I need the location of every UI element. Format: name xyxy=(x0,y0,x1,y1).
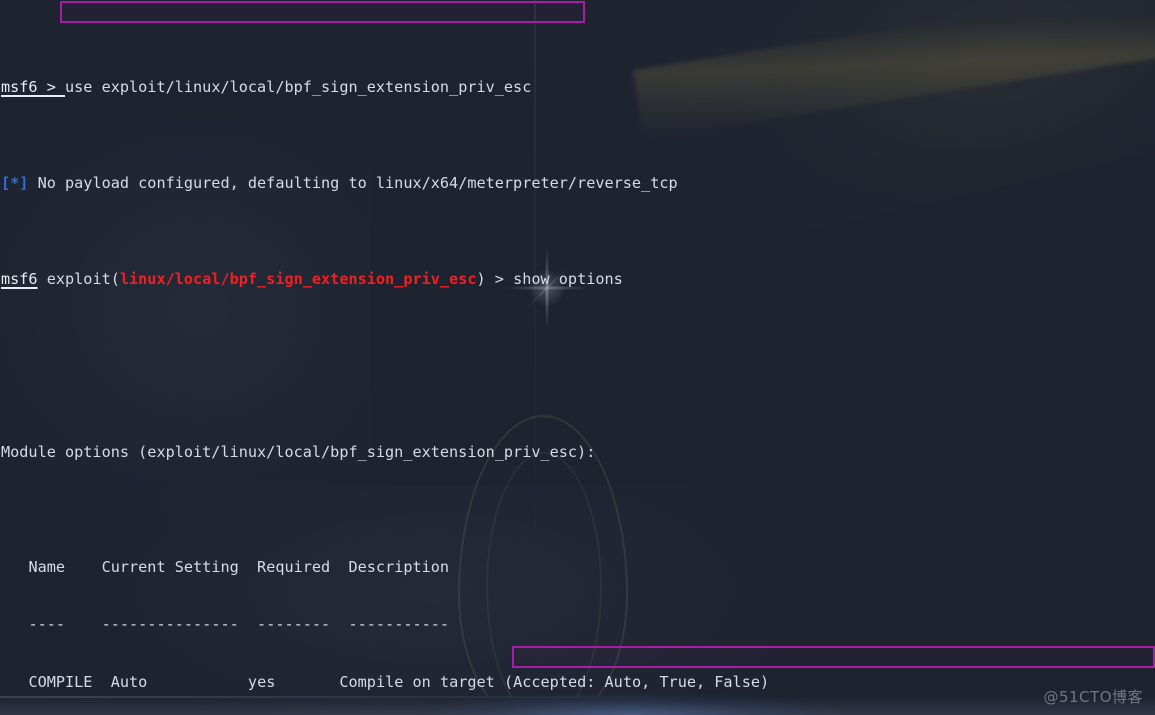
no-payload-text: No payload configured, defaulting to lin… xyxy=(28,173,678,192)
rule-current-setting: --------------- xyxy=(101,615,239,634)
column-header-required: Required xyxy=(257,557,331,576)
prompt-module-name: linux/local/bpf_sign_extension_priv_esc xyxy=(119,269,477,288)
prompt-name: msf6 > xyxy=(1,77,66,96)
watermark: @51CTO博客 xyxy=(1043,687,1143,706)
module-options-rule-row: ---- --------------- -------- ----------… xyxy=(1,615,1155,634)
rule-required: -------- xyxy=(257,615,331,634)
column-header-name: Name xyxy=(28,557,66,576)
module-options-title: Module options (exploit/linux/local/bpf_… xyxy=(1,442,596,461)
option-value-compile: Auto xyxy=(110,672,148,691)
column-header-description: Description xyxy=(348,557,450,576)
prompt-name: msf6 xyxy=(1,269,38,288)
option-description-compile: Compile on target (Accepted: Auto, True,… xyxy=(339,672,770,691)
column-header-current-setting: Current Setting xyxy=(101,557,239,576)
terminal-line-show-options: msf6 exploit(linux/local/bpf_sign_extens… xyxy=(1,270,1155,289)
show-options-command: show options xyxy=(513,269,623,288)
rule-description: ----------- xyxy=(348,615,450,634)
table-row: COMPILE Auto yes Compile on target (Acce… xyxy=(1,673,1155,692)
prompt-close-paren: ) > xyxy=(476,269,514,288)
prompt-open-paren: exploit( xyxy=(37,269,120,288)
terminal-output[interactable]: msf6 > use exploit/linux/local/bpf_sign_… xyxy=(0,0,1155,715)
option-name-compile: COMPILE xyxy=(28,672,93,691)
info-prefix-icon: [*] xyxy=(1,173,29,192)
terminal-window[interactable]: msf6 > use exploit/linux/local/bpf_sign_… xyxy=(0,0,1155,715)
option-required-compile: yes xyxy=(247,672,276,691)
terminal-line-no-payload: [*] No payload configured, defaulting to… xyxy=(1,174,1155,193)
module-options-header-row: Name Current Setting Required Descriptio… xyxy=(1,558,1155,577)
terminal-line-use-command: msf6 > use exploit/linux/local/bpf_sign_… xyxy=(1,78,1155,97)
rule-name: ---- xyxy=(28,615,66,634)
use-command-text: use exploit/linux/local/bpf_sign_extensi… xyxy=(65,77,532,96)
